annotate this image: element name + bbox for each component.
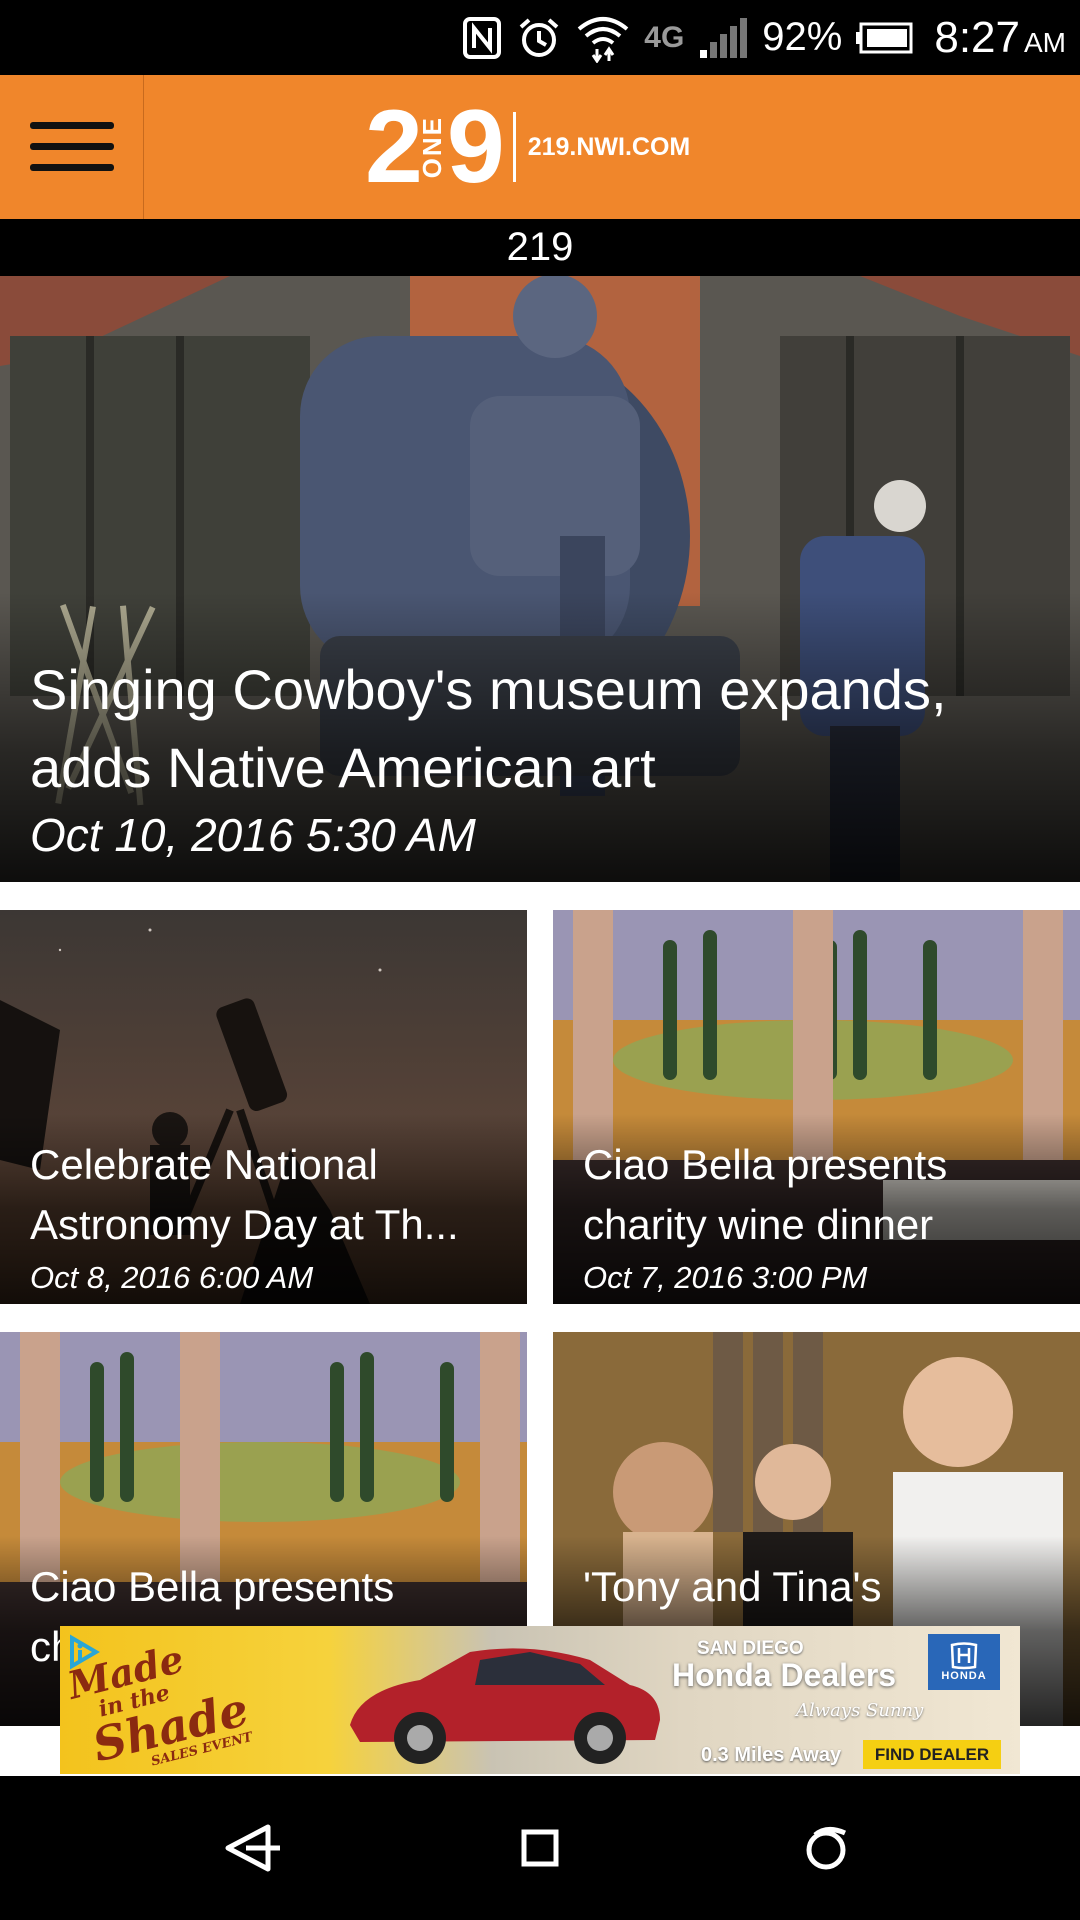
- car-image: [350, 1648, 660, 1764]
- hamburger-menu-icon: [29, 122, 114, 171]
- battery-percent: 92%: [762, 15, 843, 59]
- battery-icon: [856, 13, 914, 63]
- hero-story[interactable]: Singing Cowboy's museum expands, adds Na…: [0, 276, 1080, 882]
- home-button[interactable]: [500, 1808, 580, 1888]
- site-logo: 2 ONE 9 219.NWI.COM: [365, 89, 691, 205]
- story-card[interactable]: Ciao Bella presents charity wine dinner …: [553, 910, 1080, 1304]
- back-button[interactable]: [212, 1808, 292, 1888]
- recents-circle-icon: [806, 1827, 847, 1870]
- status-clock: 8:27 AM: [934, 13, 1066, 63]
- lte-icon: 4G: [644, 20, 685, 54]
- clock-time: 8:27: [934, 12, 1020, 62]
- nfc-icon: [462, 13, 502, 63]
- signal-icon: [698, 13, 748, 63]
- home-square-icon: [521, 1829, 559, 1867]
- logo-domain: 219.NWI.COM: [527, 132, 691, 161]
- wifi-icon: [576, 13, 630, 63]
- card-title[interactable]: Celebrate National Astronomy Day at Th..…: [30, 1135, 497, 1255]
- hero-date: Oct 10, 2016 5:30 AM: [30, 809, 476, 861]
- system-nav-bar: [0, 1776, 1080, 1920]
- find-dealer-button[interactable]: FIND DEALER: [863, 1740, 1001, 1769]
- card-title[interactable]: Ciao Bella presents charity wine dinner: [583, 1135, 1050, 1255]
- recents-button[interactable]: [788, 1808, 868, 1888]
- logo-word-one: ONE: [416, 115, 447, 179]
- ad-dealer-name: Honda Dealers: [672, 1657, 897, 1693]
- logo-digit-right: 9: [446, 89, 505, 205]
- ad-distance: 0.3 Miles Away: [701, 1744, 842, 1766]
- ad-banner[interactable]: Made in the Shade SALES EVENT SAN DIEGO …: [60, 1626, 1020, 1774]
- app-header: 2 ONE 9 219.NWI.COM: [0, 75, 1080, 219]
- card-date: Oct 8, 2016 6:00 AM: [30, 1260, 314, 1295]
- alarm-icon: [516, 13, 562, 63]
- honda-h-icon: [950, 1642, 978, 1670]
- clock-ampm: AM: [1024, 26, 1066, 58]
- logo-digit-left: 2: [365, 89, 423, 205]
- section-title-bar: 219: [0, 219, 1080, 276]
- card-date: Oct 7, 2016 3:00 PM: [583, 1260, 868, 1295]
- story-card[interactable]: Celebrate National Astronomy Day at Th..…: [0, 910, 527, 1304]
- honda-wordmark: HONDA: [941, 1670, 987, 1682]
- status-bar: 4G 92% 8:27 AM: [0, 0, 1080, 75]
- logo-divider: [512, 112, 516, 182]
- honda-logo: HONDA: [928, 1634, 1000, 1690]
- ad-tagline: Always Sunny: [796, 1700, 924, 1721]
- section-title: 219: [506, 225, 574, 269]
- hero-headline[interactable]: Singing Cowboy's museum expands, adds Na…: [30, 651, 1040, 807]
- menu-button[interactable]: [0, 75, 144, 219]
- back-triangle-icon: [225, 1824, 280, 1872]
